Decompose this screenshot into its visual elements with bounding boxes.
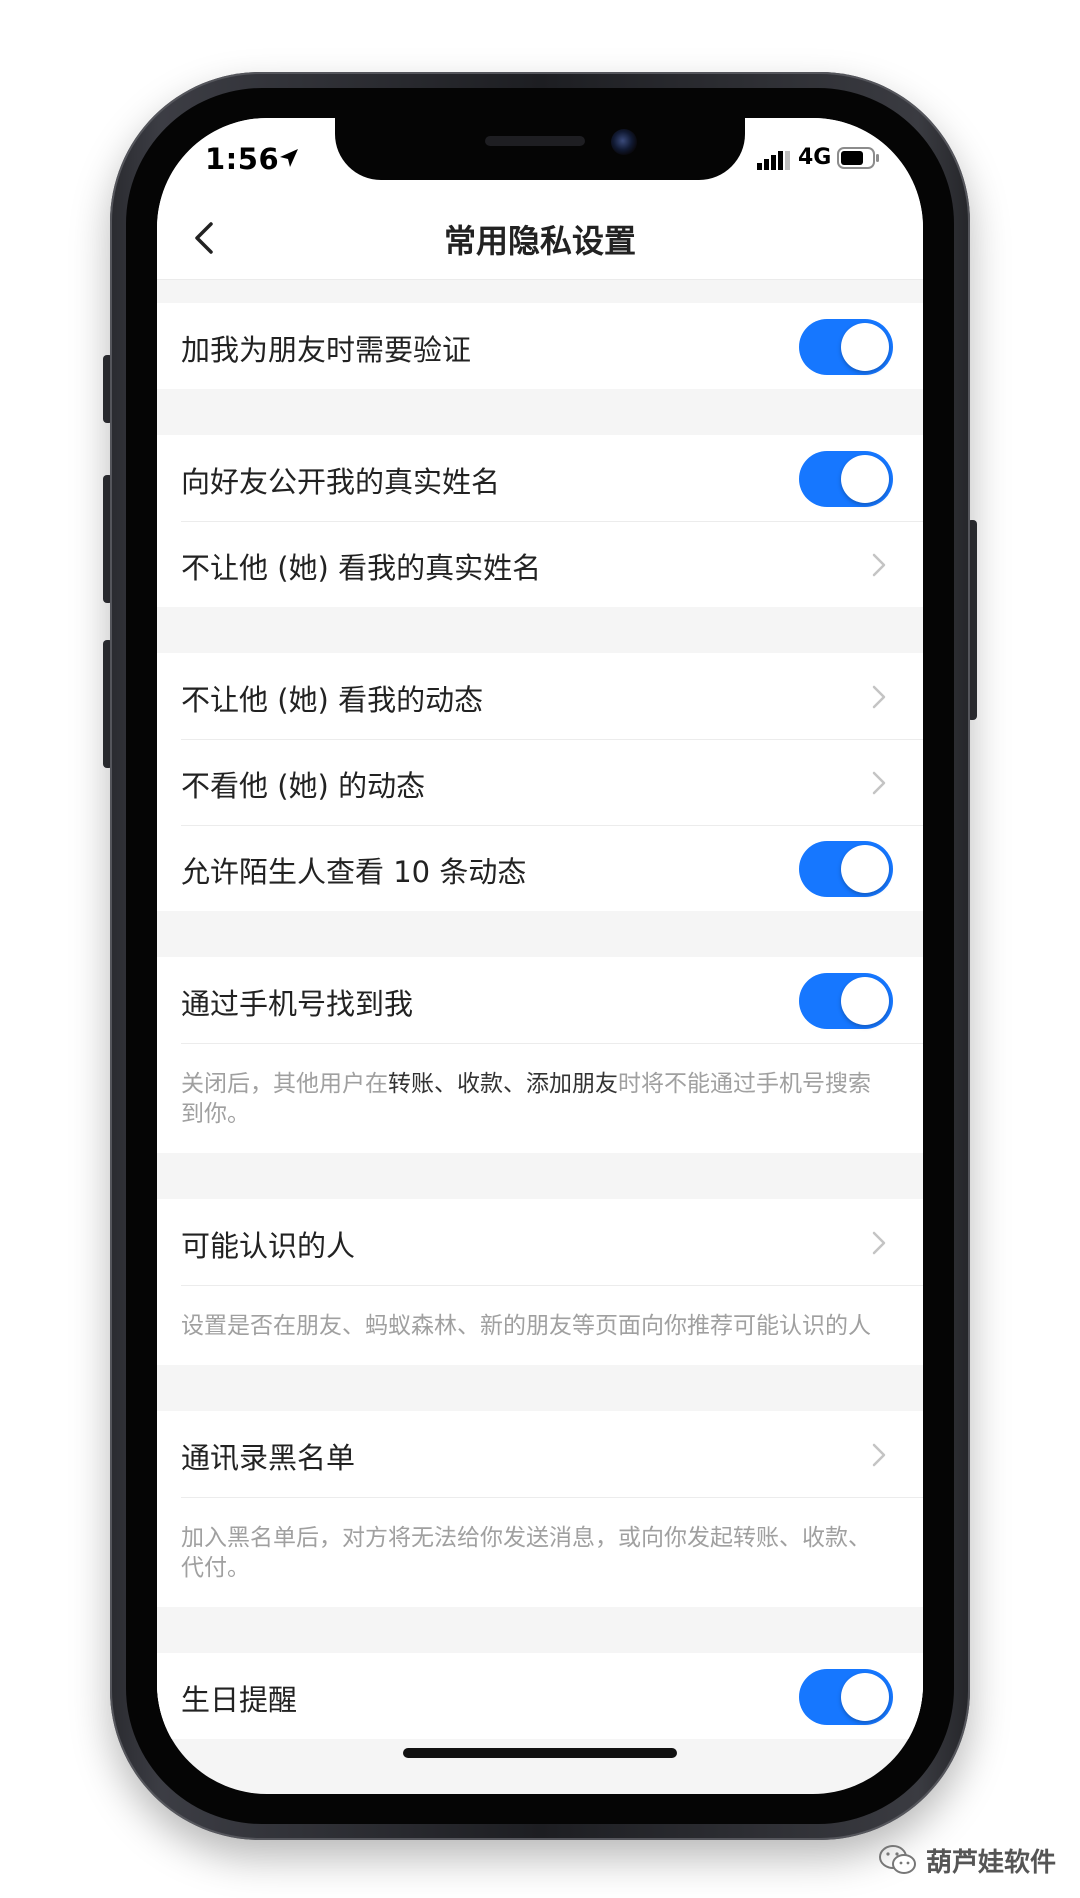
chevron-right-icon <box>872 1231 886 1255</box>
row-people-you-may-know[interactable]: 可能认识的人 <box>157 1199 923 1285</box>
chevron-right-icon <box>872 771 886 795</box>
group-people-you-may-know: 可能认识的人 设置是否在朋友、蚂蚁森林、新的朋友等页面向你推荐可能认识的人 <box>157 1199 923 1365</box>
earpiece-speaker <box>485 136 585 146</box>
location-arrow-icon <box>280 149 298 167</box>
toggle-knob <box>841 845 889 893</box>
status-time: 1:56 <box>205 142 280 176</box>
row-find-by-phone[interactable]: 通过手机号找到我 <box>157 957 923 1043</box>
people-you-may-know-description: 设置是否在朋友、蚂蚁森林、新的朋友等页面向你推荐可能认识的人 <box>157 1285 923 1365</box>
page-title: 常用隐私设置 <box>443 222 636 260</box>
row-label: 允许陌生人查看 10 条动态 <box>181 855 527 889</box>
desc-prefix: 关闭后，其他用户在 <box>181 1071 388 1097</box>
network-type: 4G <box>798 145 832 170</box>
section-gap <box>157 281 923 303</box>
stranger-moments-toggle[interactable] <box>799 841 893 897</box>
row-not-see-moments[interactable]: 不看他 (她) 的动态 <box>157 739 923 825</box>
watermark-text: 葫芦娃软件 <box>926 1847 1057 1878</box>
toggle-knob <box>841 1673 889 1721</box>
row-public-real-name[interactable]: 向好友公开我的真实姓名 <box>157 435 923 521</box>
row-contacts-blacklist[interactable]: 通讯录黑名单 <box>157 1411 923 1497</box>
row-friend-verify[interactable]: 加我为朋友时需要验证 <box>157 303 923 389</box>
group-moments: 不让他 (她) 看我的动态 不看他 (她) 的动态 允许陌生人查看 10 条动态 <box>157 653 923 911</box>
birthday-reminder-toggle[interactable] <box>799 1669 893 1725</box>
watermark: 葫芦娃软件 <box>878 1840 1056 1880</box>
section-gap <box>157 1607 923 1653</box>
navigation-bar: 常用隐私设置 <box>157 196 923 280</box>
row-hide-my-moments[interactable]: 不让他 (她) 看我的动态 <box>157 653 923 739</box>
desc-highlight: 转账、收款、添加朋友 <box>388 1071 618 1097</box>
phone-screen: 1:56 4G 常用隐私设置 加我为朋友时需要验证 向好友公开我的真实姓名 不让… <box>157 118 923 1794</box>
notch <box>335 118 745 180</box>
toggle-knob <box>841 977 889 1025</box>
section-gap <box>157 389 923 435</box>
group-contacts-blacklist: 通讯录黑名单 加入黑名单后，对方将无法给你发送消息，或向你发起转账、收款、代付。 <box>157 1411 923 1607</box>
row-birthday-reminder[interactable]: 生日提醒 <box>157 1653 923 1739</box>
battery-icon <box>837 147 879 169</box>
group-birthday: 生日提醒 <box>157 1653 923 1739</box>
row-label: 通过手机号找到我 <box>181 987 414 1021</box>
chevron-right-icon <box>872 553 886 577</box>
row-stranger-moments[interactable]: 允许陌生人查看 10 条动态 <box>157 825 923 911</box>
front-camera <box>611 129 637 155</box>
home-indicator[interactable] <box>403 1748 677 1758</box>
row-label: 不让他 (她) 看我的动态 <box>181 683 484 717</box>
chevron-right-icon <box>872 1443 886 1467</box>
section-gap <box>157 1153 923 1199</box>
section-gap <box>157 607 923 653</box>
section-gap <box>157 1365 923 1411</box>
public-real-name-toggle[interactable] <box>799 451 893 507</box>
row-label: 向好友公开我的真实姓名 <box>181 465 501 499</box>
row-label: 生日提醒 <box>181 1683 298 1717</box>
toggle-knob <box>841 323 889 371</box>
find-by-phone-description: 关闭后，其他用户在转账、收款、添加朋友时将不能通过手机号搜索到你。 <box>157 1043 923 1153</box>
group-real-name: 向好友公开我的真实姓名 不让他 (她) 看我的真实姓名 <box>157 435 923 607</box>
section-gap <box>157 911 923 957</box>
row-hide-real-name[interactable]: 不让他 (她) 看我的真实姓名 <box>157 521 923 607</box>
toggle-knob <box>841 455 889 503</box>
group-find-by-phone: 通过手机号找到我 关闭后，其他用户在转账、收款、添加朋友时将不能通过手机号搜索到… <box>157 957 923 1153</box>
friend-verify-toggle[interactable] <box>799 319 893 375</box>
contacts-blacklist-description: 加入黑名单后，对方将无法给你发送消息，或向你发起转账、收款、代付。 <box>157 1497 923 1607</box>
row-label: 加我为朋友时需要验证 <box>181 333 472 367</box>
row-label: 可能认识的人 <box>181 1229 356 1263</box>
chevron-right-icon <box>872 685 886 709</box>
stage: 1:56 4G 常用隐私设置 加我为朋友时需要验证 向好友公开我的真实姓名 不让… <box>0 0 1080 1898</box>
wechat-icon <box>879 1845 916 1874</box>
find-by-phone-toggle[interactable] <box>799 973 893 1029</box>
signal-icon <box>757 151 790 170</box>
row-label: 不看他 (她) 的动态 <box>181 769 426 803</box>
group-friend-verify: 加我为朋友时需要验证 <box>157 303 923 389</box>
settings-list: 加我为朋友时需要验证 向好友公开我的真实姓名 不让他 (她) 看我的真实姓名 不… <box>157 281 923 1739</box>
row-label: 不让他 (她) 看我的真实姓名 <box>181 551 542 585</box>
row-label: 通讯录黑名单 <box>181 1441 356 1475</box>
